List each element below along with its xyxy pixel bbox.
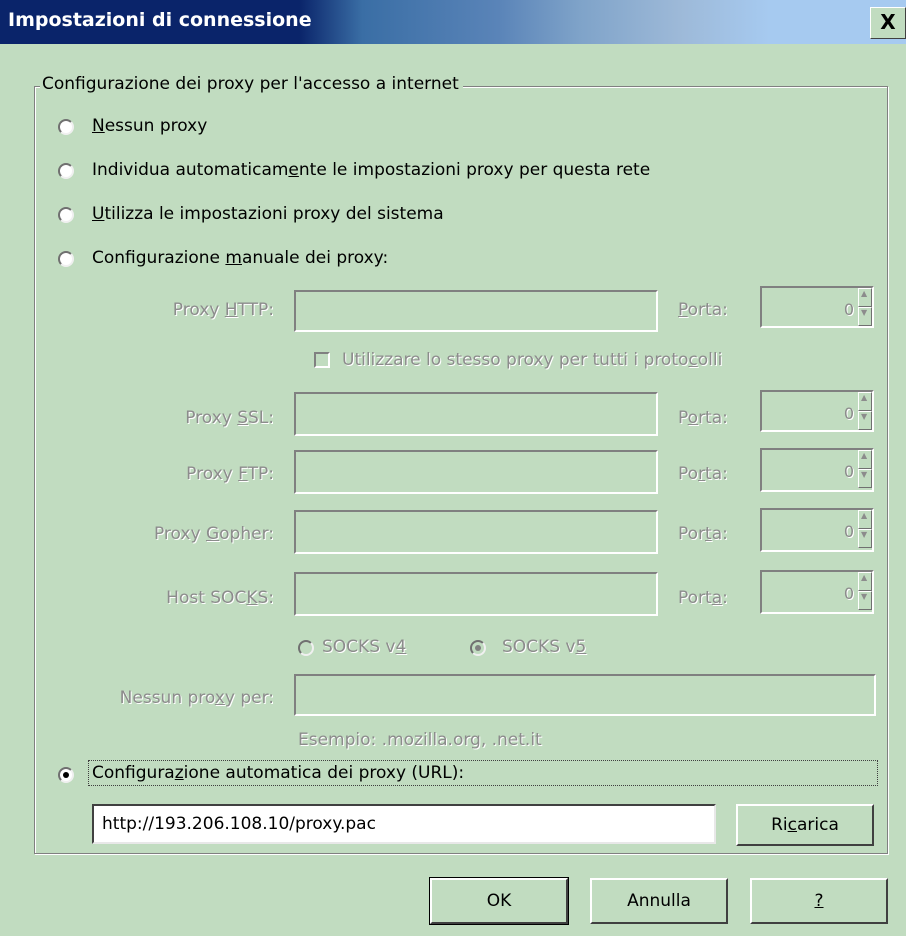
port-gopher-stepper[interactable]: 0 ▲ ▼: [760, 508, 874, 552]
label-proxy-gopher: Proxy Gopher:: [153, 524, 274, 544]
radio-socks-v5[interactable]: [470, 640, 486, 656]
label-socks-host: Host SOCKS:: [166, 588, 274, 608]
label-socks-v5: SOCKS v5: [502, 637, 587, 657]
radio-manual-proxy[interactable]: [58, 251, 74, 267]
label-proxy-ftp: Proxy FTP:: [186, 464, 274, 484]
close-button[interactable]: X: [870, 7, 906, 39]
title-bar: Impostazioni di connessione X: [0, 0, 906, 44]
port-ssl-stepper[interactable]: 0 ▲ ▼: [760, 390, 874, 432]
label-socks-v4: SOCKS v4: [322, 637, 407, 657]
spin-up-icon[interactable]: ▲: [858, 288, 872, 307]
help-button[interactable]: ?: [750, 878, 888, 924]
port-gopher-value: 0: [843, 522, 854, 541]
proxy-http-input[interactable]: [294, 290, 658, 332]
ok-button[interactable]: OK: [429, 877, 569, 925]
label-port-http: Porta:: [678, 300, 728, 320]
spin-down-icon[interactable]: ▼: [858, 529, 872, 548]
radio-auto-config-url[interactable]: [58, 767, 74, 783]
label-same-proxy: Utilizzare lo stesso proxy per tutti i p…: [342, 350, 723, 370]
spin-up-icon[interactable]: ▲: [858, 510, 872, 529]
close-icon: X: [880, 10, 896, 34]
socks-host-input[interactable]: [294, 572, 658, 616]
port-socks-value: 0: [843, 584, 854, 603]
radio-no-proxy[interactable]: [58, 119, 74, 135]
radio-auto-detect[interactable]: [58, 163, 74, 179]
spin-up-icon[interactable]: ▲: [858, 450, 872, 469]
label-port-ftp: Porta:: [678, 464, 728, 484]
port-ftp-value: 0: [843, 462, 854, 481]
spin-up-icon[interactable]: ▲: [858, 572, 872, 591]
cancel-button[interactable]: Annulla: [590, 878, 728, 924]
reload-button[interactable]: Ricarica: [736, 804, 874, 846]
port-ftp-stepper[interactable]: 0 ▲ ▼: [760, 448, 874, 492]
spin-down-icon[interactable]: ▼: [858, 307, 872, 326]
proxy-ftp-input[interactable]: [294, 450, 658, 494]
spin-down-icon[interactable]: ▼: [858, 591, 872, 610]
window-title: Impostazioni di connessione: [8, 9, 312, 31]
no-proxy-example: Esempio: .mozilla.org, .net.it: [298, 730, 542, 750]
spin-down-icon[interactable]: ▼: [858, 469, 872, 488]
label-system-proxy: Utilizza le impostazioni proxy del siste…: [92, 204, 444, 224]
label-port-socks: Porta:: [678, 588, 728, 608]
radio-socks-v4[interactable]: [298, 640, 314, 656]
radio-system-proxy[interactable]: [58, 207, 74, 223]
proxy-ssl-input[interactable]: [294, 392, 658, 436]
same-proxy-checkbox[interactable]: [314, 352, 330, 368]
group-legend: Configurazione dei proxy per l'accesso a…: [40, 74, 463, 94]
no-proxy-for-input[interactable]: [294, 674, 876, 716]
label-proxy-ssl: Proxy SSL:: [185, 408, 274, 428]
label-proxy-http: Proxy HTTP:: [172, 300, 274, 320]
port-ssl-value: 0: [843, 404, 854, 423]
label-no-proxy-for: Nessun proxy per:: [119, 688, 274, 708]
pac-url-input[interactable]: http://193.206.108.10/proxy.pac: [92, 804, 716, 844]
port-socks-stepper[interactable]: 0 ▲ ▼: [760, 570, 874, 614]
label-auto-detect: Individua automaticamente le impostazion…: [92, 160, 651, 180]
label-port-ssl: Porta:: [678, 408, 728, 428]
port-http-stepper[interactable]: 0 ▲ ▼: [760, 286, 874, 328]
port-http-value: 0: [843, 300, 854, 319]
label-no-proxy: Nessun proxy: [92, 116, 208, 136]
label-manual-proxy: Configurazione manuale dei proxy:: [92, 248, 389, 268]
proxy-gopher-input[interactable]: [294, 510, 658, 554]
label-auto-config-url: Configurazione automatica dei proxy (URL…: [92, 763, 465, 783]
spin-up-icon[interactable]: ▲: [858, 392, 872, 411]
spin-down-icon[interactable]: ▼: [858, 411, 872, 430]
label-port-gopher: Porta:: [678, 524, 728, 544]
